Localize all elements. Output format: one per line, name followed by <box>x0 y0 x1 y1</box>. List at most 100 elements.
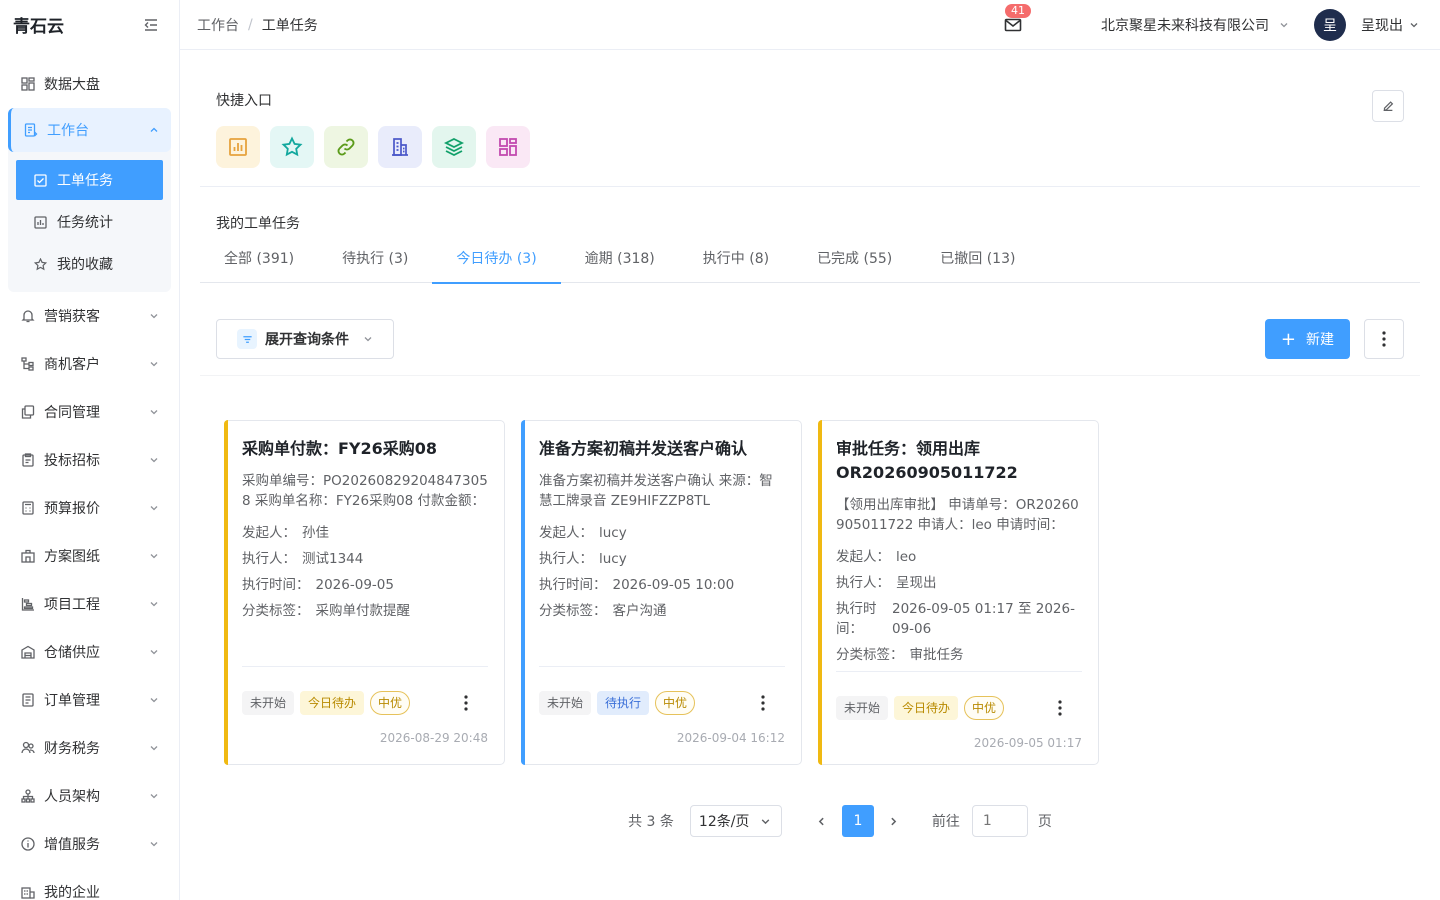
tab-today-todo[interactable]: 今日待办 (3) <box>432 239 561 284</box>
chevron-down-icon[interactable] <box>1279 20 1289 30</box>
task-tags: 未开始 今日待办 中优 <box>242 691 488 715</box>
sidebar-item-budget-quote[interactable]: 预算报价 <box>0 484 179 532</box>
executor-label: 执行人： <box>836 575 890 591</box>
sidebar-item-marketing[interactable]: 营销获客 <box>0 292 179 340</box>
chevron-left-icon <box>819 817 825 825</box>
tab-all[interactable]: 全部 (391) <box>200 239 318 283</box>
time-value: 2026-09-05 10:00 <box>612 577 735 593</box>
user-menu[interactable]: 呈现出 <box>1361 15 1403 35</box>
mail-button[interactable]: 41 <box>1003 3 1031 35</box>
task-card-footer: 未开始 今日待办 中优 2026-08-29 20:48 <box>242 666 488 764</box>
company-switcher[interactable]: 北京聚星未来科技有限公司 <box>1101 15 1269 35</box>
initiator-value: leo <box>896 549 917 565</box>
status-badge: 未开始 <box>242 691 295 715</box>
sidebar-subitem-work-orders[interactable]: 工单任务 <box>16 160 163 200</box>
initiator-label: 发起人： <box>836 549 890 565</box>
sidebar-item-label: 仓储供应 <box>44 645 100 661</box>
goto-page-input[interactable] <box>971 805 1028 837</box>
task-category-row: 分类标签： 审批任务 <box>836 645 1082 665</box>
task-card[interactable]: 准备方案初稿并发送客户确认 准备方案初稿并发送客户确认 来源：智慧工牌录音 ZE… <box>521 420 802 765</box>
finance-icon <box>21 741 35 754</box>
sidebar-item-orders[interactable]: 订单管理 <box>0 676 179 724</box>
filter-icon <box>237 329 257 349</box>
avatar[interactable]: 呈 <box>1314 8 1346 41</box>
more-actions-button[interactable] <box>1364 319 1404 359</box>
more-vertical-icon[interactable] <box>464 695 468 711</box>
quick-entry-panel: 快捷入口 <box>200 90 1420 187</box>
checkbox-icon <box>34 173 47 187</box>
quick-entry-apps[interactable] <box>486 126 530 168</box>
sidebar-item-label: 财务税务 <box>44 741 100 757</box>
task-card-body: 准备方案初稿并发送客户确认 准备方案初稿并发送客户确认 来源：智慧工牌录音 ZE… <box>539 437 785 666</box>
sidebar-item-projects[interactable]: 项目工程 <box>0 580 179 628</box>
stage-badge: 待执行 <box>597 691 650 715</box>
task-card[interactable]: 采购单付款：FY26采购08 采购单编号：PO20260829204847305… <box>224 420 505 765</box>
quick-entry-report[interactable] <box>216 126 260 168</box>
chevron-down-icon[interactable] <box>1409 20 1419 30</box>
time-label: 执行时间： <box>242 577 310 593</box>
task-tags: 未开始 今日待办 中优 <box>836 696 1082 720</box>
breadcrumb-workbench[interactable]: 工作台 <box>197 15 239 35</box>
chevron-down-icon <box>150 362 158 367</box>
quick-entry-title: 快捷入口 <box>216 93 272 109</box>
sidebar-item-finance[interactable]: 财务税务 <box>0 724 179 772</box>
copy-icon <box>21 405 35 419</box>
sidebar-item-value-added[interactable]: 增值服务 <box>0 820 179 868</box>
chevron-down-icon <box>150 746 158 751</box>
quick-entry-layers[interactable] <box>432 126 476 168</box>
task-card[interactable]: 审批任务：领用出库 OR20260905011722 【领用出库审批】 申请单号… <box>818 420 1099 765</box>
initiator-label: 发起人： <box>242 525 296 541</box>
sidebar-menu: 数据大盘 工作台 工单任务 任务统计 我的收藏 营销获客 商机客户 合同管理 投… <box>0 49 179 900</box>
executor-label: 执行人： <box>539 551 593 567</box>
tab-completed[interactable]: 已完成 (55) <box>793 239 916 283</box>
sidebar-group-workbench: 工作台 工单任务 任务统计 我的收藏 <box>8 108 171 292</box>
task-card-footer: 未开始 今日待办 中优 2026-09-05 01:17 <box>836 671 1082 764</box>
quick-entry-link[interactable] <box>324 126 368 168</box>
more-vertical-icon[interactable] <box>761 695 765 711</box>
page-size-select[interactable]: 12条/页 <box>689 805 782 837</box>
tab-overdue[interactable]: 逾期 (318) <box>561 239 679 283</box>
sidebar-item-bidding[interactable]: 投标招标 <box>0 436 179 484</box>
sidebar-item-label: 数据大盘 <box>44 77 100 93</box>
sidebar-item-label: 工作台 <box>47 123 89 139</box>
clipboard-icon <box>22 453 34 467</box>
sidebar-item-drawings[interactable]: 方案图纸 <box>0 532 179 580</box>
top-bar: 工作台 / 工单任务 41 北京聚星未来科技有限公司 呈 呈现出 <box>180 0 1440 50</box>
next-page-button[interactable] <box>878 805 910 837</box>
tab-pending[interactable]: 待执行 (3) <box>318 239 432 283</box>
collapse-menu-icon[interactable] <box>143 17 159 33</box>
sidebar-item-workbench[interactable]: 工作台 <box>8 108 171 152</box>
time-value: 2026-09-05 <box>315 577 394 593</box>
chevron-down-icon <box>150 842 158 847</box>
task-toolbar: 展开查询条件 + 新建 <box>200 283 1420 376</box>
sidebar-subitem-my-favorites[interactable]: 我的收藏 <box>16 244 163 284</box>
quick-entry-icons <box>216 126 1404 168</box>
sidebar-item-warehouse[interactable]: 仓储供应 <box>0 628 179 676</box>
sidebar-item-opportunities[interactable]: 商机客户 <box>0 340 179 388</box>
layers-icon <box>443 137 465 157</box>
quick-entry-building[interactable] <box>378 126 422 168</box>
expand-filter-button[interactable]: 展开查询条件 <box>216 319 394 359</box>
sidebar-item-my-enterprise[interactable]: 我的企业 <box>0 868 179 900</box>
sidebar-item-organization[interactable]: 人员架构 <box>0 772 179 820</box>
tab-in-progress[interactable]: 执行中 (8) <box>679 239 793 283</box>
page-number-current[interactable]: 1 <box>841 805 874 837</box>
info-icon <box>21 837 35 851</box>
sidebar-item-label: 预算报价 <box>44 501 100 517</box>
new-task-button[interactable]: + 新建 <box>1264 319 1350 359</box>
chevron-down-icon <box>150 314 158 319</box>
task-card-body: 采购单付款：FY26采购08 采购单编号：PO20260829204847305… <box>242 437 488 666</box>
quick-entry-favorites[interactable] <box>270 126 314 168</box>
sidebar-subitem-task-stats[interactable]: 任务统计 <box>16 202 163 242</box>
more-vertical-icon[interactable] <box>1058 700 1062 716</box>
stage-badge: 今日待办 <box>894 696 959 720</box>
workbench-submenu: 工单任务 任务统计 我的收藏 <box>8 152 171 284</box>
sidebar-item-contracts[interactable]: 合同管理 <box>0 388 179 436</box>
prev-page-button[interactable] <box>806 805 838 837</box>
org-tree-icon <box>21 357 34 371</box>
edit-quick-entry-button[interactable] <box>1372 90 1404 122</box>
time-label: 执行时间： <box>836 601 877 637</box>
sidebar-item-data-dashboard[interactable]: 数据大盘 <box>0 60 179 108</box>
tab-withdrawn[interactable]: 已撤回 (13) <box>916 239 1039 283</box>
calculator-icon <box>22 501 34 515</box>
